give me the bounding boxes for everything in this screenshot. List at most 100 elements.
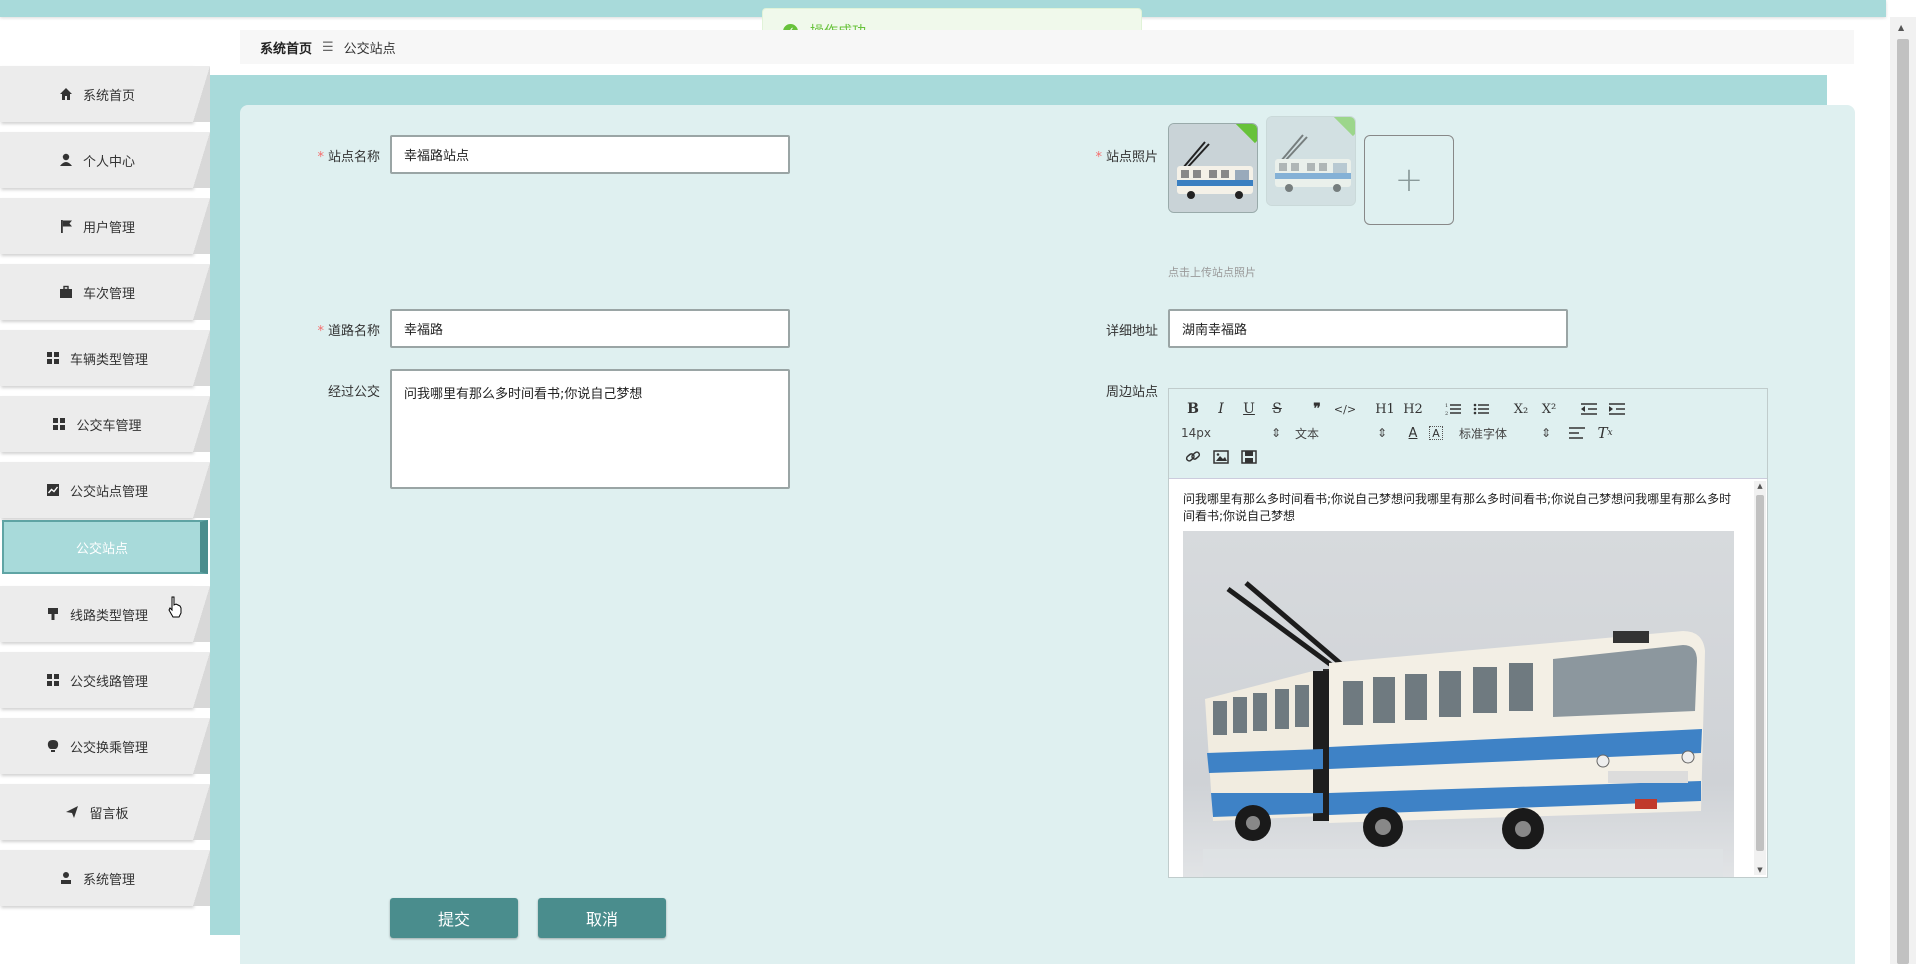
underline-button[interactable]: U: [1237, 398, 1261, 420]
address-input[interactable]: 湖南幸福路: [1168, 309, 1568, 348]
station-name-label: * 站点名称: [317, 150, 380, 165]
sidebar-item-label: 公交线路管理: [69, 674, 148, 690]
hand-cursor-icon: [168, 596, 182, 618]
page-scrollbar[interactable]: ▲: [1890, 17, 1916, 964]
breadcrumb-home[interactable]: 系统首页: [260, 38, 312, 57]
sidebar-item-edge: [193, 330, 210, 386]
superscript-button[interactable]: X²: [1537, 398, 1561, 420]
sidebar-item-content[interactable]: 公交线路管理: [0, 652, 193, 708]
grid-icon: [45, 672, 61, 688]
plus-icon: +: [1394, 160, 1424, 200]
text-color-icon[interactable]: A: [1401, 422, 1425, 444]
sidebar-item-content[interactable]: 公交车管理: [0, 396, 193, 452]
sidebar-item-content[interactable]: 线路类型管理: [0, 586, 193, 642]
road-name-label: * 道路名称: [317, 324, 380, 339]
sidebar-item-edge: [193, 66, 210, 122]
bulb-icon: [45, 738, 61, 754]
bus-photo-thumbnail-image: [1267, 117, 1355, 205]
sidebar-item-content[interactable]: 车辆类型管理: [0, 330, 193, 386]
home-icon: [58, 86, 74, 102]
editor-content[interactable]: 问我哪里有那么多时间看书;你说自己梦想问我哪里有那么多时间看书;你说自己梦想问我…: [1169, 479, 1755, 877]
sidebar-item-label: 车辆类型管理: [69, 352, 148, 368]
station-photo-label: * 站点照片: [1095, 150, 1158, 165]
sidebar-item[interactable]: 系统首页: [0, 66, 210, 122]
sidebar-item-edge: [193, 718, 210, 774]
sidebar-item-label: 公交换乘管理: [69, 740, 148, 756]
upload-photo-button[interactable]: +: [1364, 135, 1454, 225]
station-photo-thumbnail-dragging[interactable]: [1266, 116, 1356, 206]
outdent-icon[interactable]: [1577, 398, 1601, 420]
subscript-button[interactable]: X₂: [1509, 398, 1533, 420]
scroll-up-icon[interactable]: ▲: [1756, 481, 1764, 491]
sidebar-item-label: 用户管理: [82, 220, 135, 236]
sidebar-item-content[interactable]: 个人中心: [0, 132, 193, 188]
sidebar-item-content[interactable]: 公交站点管理: [0, 462, 193, 518]
scroll-up-icon[interactable]: ▲: [1898, 23, 1904, 32]
sidebar-item[interactable]: 车辆类型管理: [0, 330, 210, 386]
rich-text-editor[interactable]: B I U S ❞ </> H1 H2 12 X₂ X² 14px ⇕ 文本 ⇕…: [1168, 388, 1768, 878]
link-icon[interactable]: [1181, 446, 1205, 468]
font-size-select[interactable]: 14px ⇕: [1181, 426, 1281, 440]
sidebar-item-content[interactable]: 公交换乘管理: [0, 718, 193, 774]
sidebar-item-edge: [193, 396, 210, 452]
blockquote-button[interactable]: ❞: [1305, 398, 1329, 420]
sidebar-item-label: 公交站点管理: [69, 484, 148, 500]
svg-text:1: 1: [1445, 403, 1448, 409]
station-name-input[interactable]: 幸福路站点: [390, 135, 790, 174]
sidebar-item[interactable]: 车次管理: [0, 264, 210, 320]
sidebar-item-content[interactable]: 车次管理: [0, 264, 193, 320]
ordered-list-icon[interactable]: 12: [1441, 398, 1465, 420]
bold-button[interactable]: B: [1181, 398, 1205, 420]
passing-bus-label: 经过公交: [327, 385, 380, 400]
sidebar-item-content[interactable]: 留言板: [0, 784, 193, 840]
code-block-button[interactable]: </>: [1333, 398, 1357, 420]
background-color-icon[interactable]: A: [1429, 426, 1443, 440]
svg-text:2: 2: [1445, 411, 1448, 416]
sidebar-item[interactable]: 系统管理: [0, 850, 210, 906]
select-arrows-icon: ⇕: [1270, 426, 1281, 440]
image-icon[interactable]: [1209, 446, 1233, 468]
italic-button[interactable]: I: [1209, 398, 1233, 420]
sidebar: 系统首页 个人中心 用户管理 车次管理 车辆类型管理 公交车管理 公交站点管理 线路类型管理公…: [0, 66, 210, 964]
upload-hint: 点击上传站点照片: [1168, 266, 1256, 279]
header2-button[interactable]: H2: [1401, 398, 1425, 420]
sidebar-item[interactable]: 公交线路管理: [0, 652, 210, 708]
sidebar-item[interactable]: 公交车管理: [0, 396, 210, 452]
sidebar-item[interactable]: 公交换乘管理: [0, 718, 210, 774]
brush-icon: [45, 606, 61, 622]
editor-text: 问我哪里有那么多时间看书;你说自己梦想问我哪里有那么多时间看书;你说自己梦想问我…: [1183, 492, 1732, 523]
editor-scroll-thumb[interactable]: [1756, 495, 1764, 851]
align-icon[interactable]: [1565, 422, 1589, 444]
sidebar-item-edge: [193, 652, 210, 708]
breadcrumb: 系统首页 ☰ 公交站点: [240, 30, 1854, 64]
sidebar-item-label: 系统管理: [82, 872, 135, 888]
video-icon[interactable]: [1237, 446, 1261, 468]
sidebar-item[interactable]: 个人中心: [0, 132, 210, 188]
font-family-select[interactable]: 标准字体 ⇕: [1459, 425, 1551, 442]
editor-toolbar: B I U S ❞ </> H1 H2 12 X₂ X² 14px ⇕ 文本 ⇕…: [1169, 389, 1767, 479]
clear-format-icon[interactable]: Tx: [1593, 422, 1617, 444]
sidebar-item-content[interactable]: 系统管理: [0, 850, 193, 906]
header-select[interactable]: 文本 ⇕: [1295, 425, 1387, 442]
sidebar-item-content[interactable]: 用户管理: [0, 198, 193, 254]
passing-bus-textarea[interactable]: 问我哪里有那么多时间看书;你说自己梦想: [390, 369, 790, 489]
scroll-down-icon[interactable]: ▼: [1756, 865, 1764, 875]
submit-button[interactable]: 提交: [390, 898, 518, 938]
editor-scrollbar[interactable]: ▲ ▼: [1754, 481, 1766, 875]
sidebar-subitem-bus-station[interactable]: 公交站点: [2, 520, 208, 574]
page-scroll-thumb[interactable]: [1897, 39, 1909, 964]
sidebar-item-content[interactable]: 系统首页: [0, 66, 193, 122]
station-photo-thumbnail[interactable]: [1168, 123, 1258, 213]
sidebar-item-edge: [193, 264, 210, 320]
header1-button[interactable]: H1: [1373, 398, 1397, 420]
sidebar-item[interactable]: 用户管理: [0, 198, 210, 254]
cancel-button[interactable]: 取消: [538, 898, 666, 938]
strike-button[interactable]: S: [1265, 398, 1289, 420]
address-label: 详细地址: [1105, 324, 1158, 339]
unordered-list-icon[interactable]: [1469, 398, 1493, 420]
flag-icon: [58, 218, 74, 234]
sidebar-item[interactable]: 公交站点管理: [0, 462, 210, 518]
road-name-input[interactable]: 幸福路: [390, 309, 790, 348]
sidebar-item[interactable]: 留言板: [0, 784, 210, 840]
indent-icon[interactable]: [1605, 398, 1629, 420]
